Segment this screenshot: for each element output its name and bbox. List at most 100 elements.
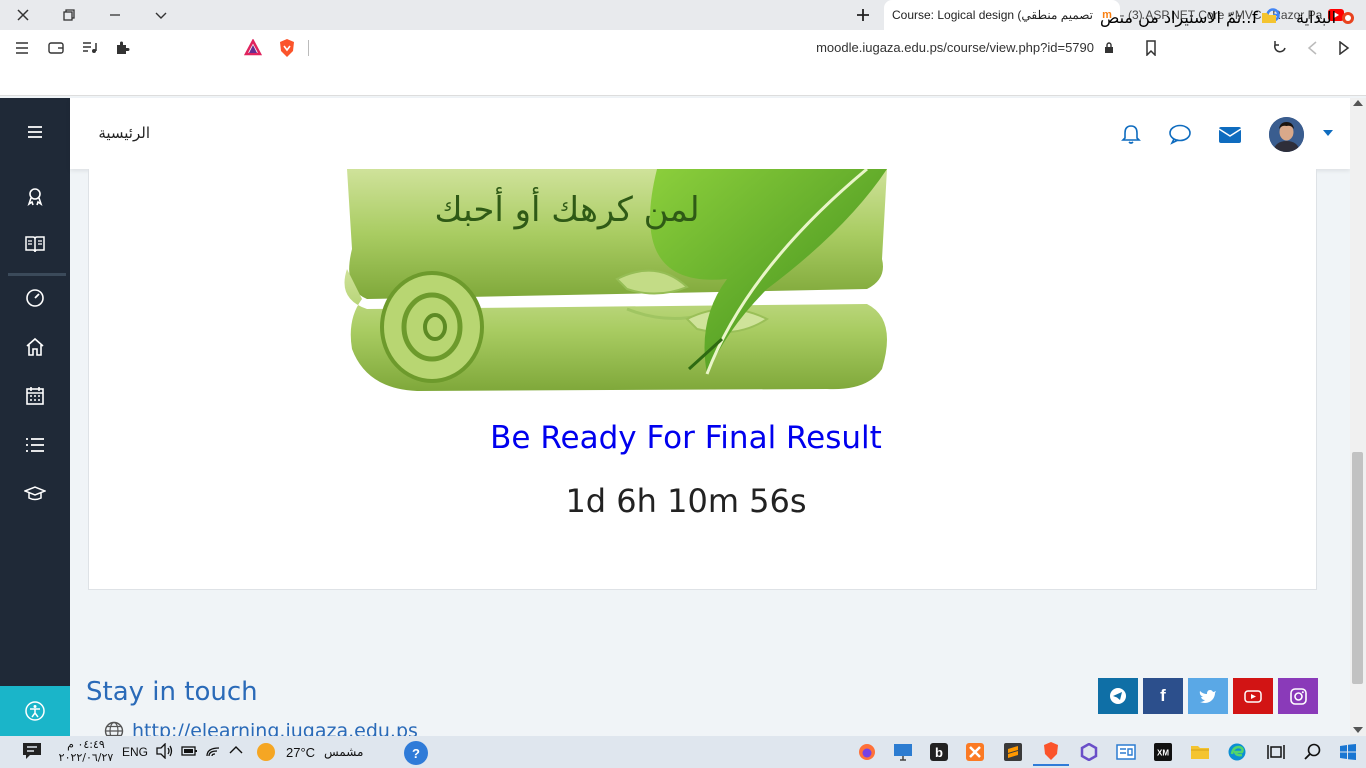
- sidebar-item-badges[interactable]: [0, 176, 70, 216]
- triangle-down-icon: [1353, 727, 1363, 733]
- folder-icon: [1262, 12, 1277, 23]
- start-button[interactable]: [1330, 738, 1366, 766]
- taskbar-reader[interactable]: [1108, 738, 1144, 766]
- final-result-heading: Be Ready For Final Result: [490, 420, 882, 456]
- home-icon: [26, 337, 44, 356]
- sublime-icon: [1004, 743, 1022, 761]
- brave-rewards-icon[interactable]: [244, 39, 262, 57]
- sun-icon[interactable]: [257, 743, 275, 761]
- new-tab-button[interactable]: [840, 0, 886, 30]
- sidebar-divider: [8, 273, 66, 276]
- back-button[interactable]: [1328, 30, 1360, 66]
- input-language[interactable]: ENG: [122, 745, 148, 759]
- twitter-link[interactable]: [1188, 678, 1228, 714]
- youtube-link[interactable]: [1233, 678, 1273, 714]
- reload-button[interactable]: [1264, 30, 1296, 66]
- lock-icon[interactable]: [1104, 42, 1114, 54]
- accessibility-icon: [25, 701, 45, 721]
- chevron-down-icon: [155, 12, 167, 19]
- weather-temperature[interactable]: 27°C: [286, 745, 315, 760]
- restore-window-button[interactable]: [46, 0, 92, 30]
- bell-icon: [1121, 125, 1141, 144]
- sidebar-item-home[interactable]: [0, 327, 70, 367]
- tab-course-logical-design[interactable]: Course: Logical design (تصميم منطقي m: [884, 0, 1120, 30]
- mail-button[interactable]: [1218, 126, 1242, 144]
- bookmark-imported-folder[interactable]: تمّ الاستيراد من متص...: [1100, 8, 1277, 27]
- navbar-home-link[interactable]: الرئيسية: [98, 124, 150, 142]
- address-bar[interactable]: moodle.iugaza.edu.ps/course/view.php?id=…: [238, 34, 1128, 62]
- media-button[interactable]: [74, 30, 106, 66]
- stay-in-touch-heading: Stay in touch: [86, 677, 258, 707]
- close-window-button[interactable]: [0, 0, 46, 30]
- minimize-window-button[interactable]: [92, 0, 138, 30]
- folder-icon: [1191, 746, 1209, 759]
- hamburger-icon: [28, 126, 42, 138]
- avatar[interactable]: [1269, 117, 1304, 152]
- award-icon: [27, 188, 43, 206]
- telegram-link[interactable]: [1098, 678, 1138, 714]
- menu-button[interactable]: [6, 30, 38, 66]
- brave-shields-icon[interactable]: [278, 38, 296, 58]
- sidebar-menu-toggle[interactable]: [0, 112, 70, 152]
- taskbar-search[interactable]: [1295, 738, 1331, 766]
- taskbar-edge[interactable]: [1219, 738, 1255, 766]
- scrollbar-thumb[interactable]: [1352, 452, 1363, 684]
- taskbar-remote-desktop[interactable]: [885, 738, 921, 766]
- twitter-icon: [1199, 689, 1216, 703]
- taskbar-firefox[interactable]: [849, 738, 885, 766]
- bookmark-home[interactable]: البداية: [1296, 8, 1355, 27]
- sidebar-item-course[interactable]: [0, 224, 70, 264]
- taskbar-task-view[interactable]: [1258, 738, 1294, 766]
- hamburger-icon: [16, 42, 28, 54]
- tab-search-button[interactable]: [138, 0, 184, 30]
- youtube-icon: [1244, 689, 1262, 703]
- battery-button[interactable]: [180, 744, 198, 758]
- taskbar-file-explorer[interactable]: [1182, 738, 1218, 766]
- image-caption: لمن كرهك أو أحبك: [434, 187, 699, 230]
- user-menu-dropdown[interactable]: [1323, 130, 1333, 136]
- hexagon-icon: [1080, 743, 1098, 761]
- svg-text:b: b: [935, 745, 943, 760]
- volume-button[interactable]: [156, 743, 174, 759]
- weather-condition[interactable]: مشمس: [324, 745, 363, 759]
- clock-date: ٢٠٢٢/٠٦/٢٧: [58, 751, 114, 764]
- messages-button[interactable]: [1168, 123, 1192, 145]
- arrow-left-icon: [1307, 41, 1317, 55]
- reload-icon: [1274, 41, 1286, 53]
- taskbar-bandicam[interactable]: b: [921, 738, 957, 766]
- url-text[interactable]: moodle.iugaza.edu.ps/course/view.php?id=…: [816, 40, 1094, 55]
- taskbar-app-hex[interactable]: [1071, 738, 1107, 766]
- taskbar-xampp[interactable]: [957, 738, 993, 766]
- sidebar-item-my-courses[interactable]: [0, 474, 70, 514]
- scroll-up-arrow[interactable]: [1353, 100, 1363, 106]
- battery-icon: [181, 746, 197, 756]
- clock-time: ٠٤:٤٩ م: [67, 738, 105, 751]
- bookmark-label: البداية: [1296, 8, 1337, 27]
- wallet-button[interactable]: [40, 30, 72, 66]
- taskbar-sublime[interactable]: [995, 738, 1031, 766]
- forward-button[interactable]: [1296, 30, 1328, 66]
- brave-icon: [1044, 742, 1058, 760]
- action-center-button[interactable]: [22, 742, 42, 760]
- scroll-down-arrow[interactable]: [1353, 727, 1363, 733]
- clock[interactable]: ٠٤:٤٩ م ٢٠٢٢/٠٦/٢٧: [55, 738, 117, 764]
- url-separator: [308, 40, 309, 56]
- bookmark-page-button[interactable]: [1135, 30, 1167, 66]
- brave-icon: [1342, 11, 1355, 24]
- accessibility-button[interactable]: [0, 686, 70, 736]
- network-button[interactable]: [205, 744, 221, 758]
- notifications-button[interactable]: [1120, 123, 1142, 145]
- extensions-button[interactable]: [106, 30, 138, 66]
- sidebar-item-calendar[interactable]: [0, 376, 70, 416]
- taskbar-xm[interactable]: XM: [1145, 738, 1181, 766]
- sidebar-item-dashboard[interactable]: [0, 278, 70, 318]
- sidebar-item-list[interactable]: [0, 425, 70, 465]
- show-hidden-icons-button[interactable]: [229, 745, 243, 755]
- windows-logo-icon: [1340, 744, 1356, 760]
- edge-icon: [1228, 743, 1246, 761]
- instagram-link[interactable]: [1278, 678, 1318, 714]
- taskbar-brave[interactable]: [1033, 738, 1069, 766]
- helper-app-icon[interactable]: ?: [404, 741, 428, 765]
- facebook-link[interactable]: f: [1143, 678, 1183, 714]
- firefox-icon: [859, 744, 875, 760]
